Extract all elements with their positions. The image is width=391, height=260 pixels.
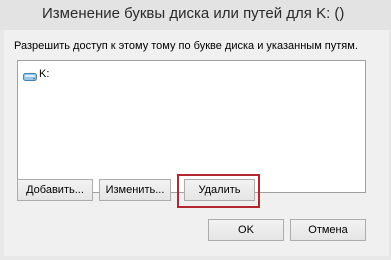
delete-button[interactable]: Удалить: [184, 179, 255, 201]
dialog-title: Изменение буквы диска или путей для K: (…: [42, 5, 345, 22]
list-item[interactable]: K:: [23, 67, 49, 81]
cancel-button[interactable]: Отмена: [290, 219, 366, 241]
dialog-body: Разрешить доступ к этому тому по букве д…: [4, 30, 389, 256]
dialog-window: Изменение буквы диска или путей для K: (…: [0, 0, 391, 260]
drive-letter-label: K:: [39, 68, 50, 80]
drive-icon: [23, 69, 37, 81]
title-bar: Изменение буквы диска или путей для K: (…: [0, 0, 391, 30]
change-button[interactable]: Изменить...: [99, 179, 171, 201]
add-button[interactable]: Добавить...: [17, 179, 93, 201]
access-prompt-text: Разрешить доступ к этому тому по букве д…: [14, 40, 358, 52]
ok-button[interactable]: OK: [208, 219, 284, 241]
